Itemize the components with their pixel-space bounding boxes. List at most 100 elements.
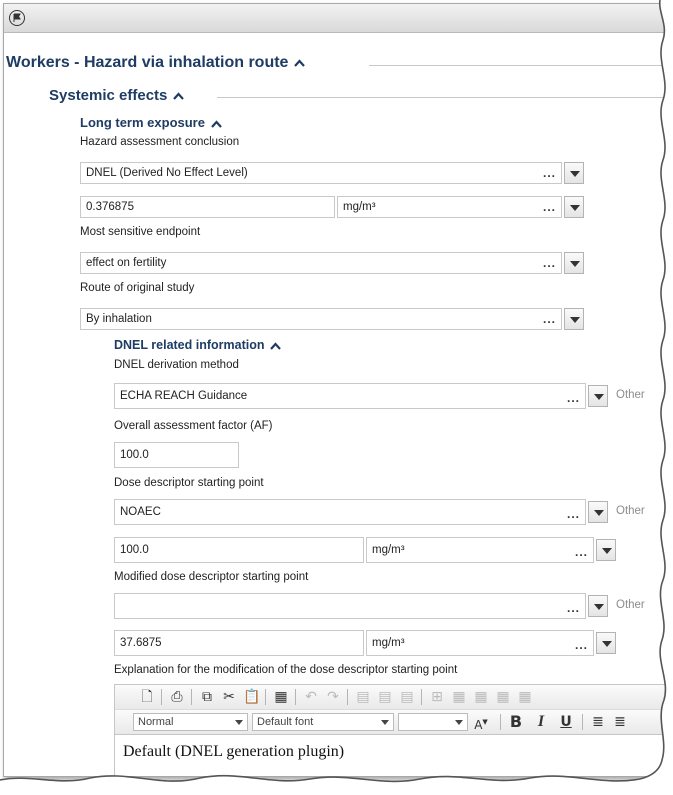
collapse-icon[interactable] xyxy=(173,92,185,100)
font-size-select[interactable] xyxy=(398,713,468,731)
collapse-icon[interactable] xyxy=(211,119,222,128)
more-dots[interactable]: ... xyxy=(567,596,580,618)
dose-descriptor-select[interactable]: NOAEC ... xyxy=(114,499,586,525)
hazard-conclusion-label: Hazard assessment conclusion xyxy=(80,136,240,148)
modified-dose-select[interactable]: ... xyxy=(114,593,586,619)
explanation-label: Explanation for the modification of the … xyxy=(114,664,458,676)
modified-dose-unit-value: mg/m³ xyxy=(372,637,405,649)
rich-text-editor[interactable]: 🗋 ⎙ ⧉ ✂ 📋 ▦ ↶ ↷ ▤ ▤ ▤ ⊞ ▦ ▦ ▦ ▦ Normal D… xyxy=(114,684,666,776)
collapse-icon[interactable] xyxy=(294,59,306,67)
dnel-value: 0.376875 xyxy=(86,201,134,213)
table-props-icon[interactable]: ▦ xyxy=(517,689,533,705)
align-left-icon[interactable]: ≣ xyxy=(590,714,606,730)
dose-descriptor-value: NOAEC xyxy=(120,506,161,518)
table-cell-icon[interactable]: ▤ xyxy=(399,689,415,705)
dropdown-icon[interactable] xyxy=(596,632,616,654)
section-title-label: Workers - Hazard via inhalation route xyxy=(6,54,289,71)
editor-content[interactable]: Default (DNEL generation plugin) xyxy=(123,743,344,761)
more-dots[interactable]: ... xyxy=(567,502,580,524)
more-dots[interactable]: ... xyxy=(575,633,588,655)
undo-icon[interactable]: ↶ xyxy=(303,689,319,705)
more-dots[interactable]: ... xyxy=(543,163,556,183)
long-term-heading: Long term exposure xyxy=(80,115,205,130)
dropdown-icon[interactable] xyxy=(596,539,616,561)
assessment-factor-value: 100.0 xyxy=(120,449,149,461)
toolbar-separator xyxy=(191,689,192,705)
toolbar-separator xyxy=(582,714,583,730)
more-dots[interactable]: ... xyxy=(543,197,556,217)
route-label: Route of original study xyxy=(80,282,195,294)
divider xyxy=(369,65,666,66)
chevron-down-icon xyxy=(235,720,243,725)
dropdown-icon[interactable] xyxy=(564,308,584,330)
editor-toolbar-row-1: 🗋 ⎙ ⧉ ✂ 📋 ▦ ↶ ↷ ▤ ▤ ▤ ⊞ ▦ ▦ ▦ ▦ xyxy=(115,685,666,710)
more-dots[interactable]: ... xyxy=(543,253,556,273)
dnel-method-select[interactable]: ECHA REACH Guidance ... xyxy=(114,383,586,409)
form-panel: Workers - Hazard via inhalation route Sy… xyxy=(3,3,667,777)
section-title-workers-inhalation[interactable]: Workers - Hazard via inhalation route xyxy=(6,54,306,72)
print-icon[interactable]: ⎙ xyxy=(169,689,185,705)
merge-cells-icon[interactable]: ▦ xyxy=(451,689,467,705)
hazard-conclusion-select[interactable]: DNEL (Derived No Effect Level) ... xyxy=(80,162,562,184)
dose-descriptor-label: Dose descriptor starting point xyxy=(114,477,264,489)
toolbar-strip xyxy=(4,4,666,33)
section-long-term-exposure[interactable]: Long term exposure xyxy=(80,115,222,130)
paste-icon[interactable]: 📋 xyxy=(243,689,260,705)
align-center-icon[interactable]: ≣ xyxy=(612,714,628,730)
dropdown-icon[interactable] xyxy=(588,501,608,523)
dose-value: 100.0 xyxy=(120,544,149,556)
more-dots[interactable]: ... xyxy=(575,540,588,562)
table-icon[interactable]: ▦ xyxy=(273,689,289,705)
table-row-icon[interactable]: ▤ xyxy=(355,689,371,705)
toolbar-separator xyxy=(500,714,501,730)
collapse-icon[interactable] xyxy=(270,342,282,350)
dnel-unit-select[interactable]: mg/m³ ... xyxy=(337,196,562,218)
paragraph-style-select[interactable]: Normal xyxy=(133,713,248,731)
other-label[interactable]: Other xyxy=(616,389,645,401)
dnel-heading: DNEL related information xyxy=(114,338,265,352)
font-family-select[interactable]: Default font xyxy=(252,713,394,731)
font-size-increase-icon[interactable]: A▼ xyxy=(473,714,489,732)
dropdown-icon[interactable] xyxy=(564,252,584,274)
assessment-factor-label: Overall assessment factor (AF) xyxy=(114,420,273,432)
modified-dose-unit-select[interactable]: mg/m³ ... xyxy=(366,630,594,656)
assessment-factor-input[interactable]: 100.0 xyxy=(114,442,239,468)
dnel-method-label: DNEL derivation method xyxy=(114,359,239,371)
split-cells-icon[interactable]: ▦ xyxy=(473,689,489,705)
dropdown-icon[interactable] xyxy=(588,595,608,617)
flag-icon[interactable] xyxy=(9,10,25,26)
dose-unit-value: mg/m³ xyxy=(372,544,405,556)
insert-row-icon[interactable]: ⊞ xyxy=(429,689,445,705)
bold-icon[interactable]: B xyxy=(508,714,524,730)
underline-icon[interactable]: U xyxy=(558,714,574,730)
table-column-icon[interactable]: ▤ xyxy=(377,689,393,705)
chevron-down-icon xyxy=(455,720,463,725)
more-dots[interactable]: ... xyxy=(567,386,580,408)
new-document-icon[interactable]: 🗋 xyxy=(139,689,155,705)
delete-cell-icon[interactable]: ▦ xyxy=(495,689,511,705)
other-label[interactable]: Other xyxy=(616,505,645,517)
cut-icon[interactable]: ✂ xyxy=(221,689,237,705)
dnel-unit-value: mg/m³ xyxy=(343,201,376,213)
dnel-value-input[interactable]: 0.376875 xyxy=(80,196,335,218)
section-dnel-related-info[interactable]: DNEL related information xyxy=(114,338,282,352)
most-sensitive-endpoint-value: effect on fertility xyxy=(86,257,167,269)
most-sensitive-endpoint-select[interactable]: effect on fertility ... xyxy=(80,252,562,274)
dose-unit-select[interactable]: mg/m³ ... xyxy=(366,537,594,563)
copy-icon[interactable]: ⧉ xyxy=(199,689,215,705)
redo-icon[interactable]: ↷ xyxy=(325,689,341,705)
dropdown-icon[interactable] xyxy=(588,385,608,407)
route-select[interactable]: By inhalation ... xyxy=(80,308,562,330)
systemic-heading: Systemic effects xyxy=(49,87,168,104)
section-systemic-effects[interactable]: Systemic effects xyxy=(49,87,185,104)
other-label[interactable]: Other xyxy=(616,599,645,611)
dropdown-icon[interactable] xyxy=(564,162,584,184)
more-dots[interactable]: ... xyxy=(543,309,556,329)
dropdown-icon[interactable] xyxy=(564,196,584,218)
dose-value-input[interactable]: 100.0 xyxy=(114,537,364,563)
font-family-value: Default font xyxy=(257,716,314,728)
toolbar-separator xyxy=(421,689,422,705)
modified-dose-value-input[interactable]: 37.6875 xyxy=(114,630,364,656)
toolbar-separator xyxy=(265,689,266,705)
italic-icon[interactable]: I xyxy=(533,714,549,730)
